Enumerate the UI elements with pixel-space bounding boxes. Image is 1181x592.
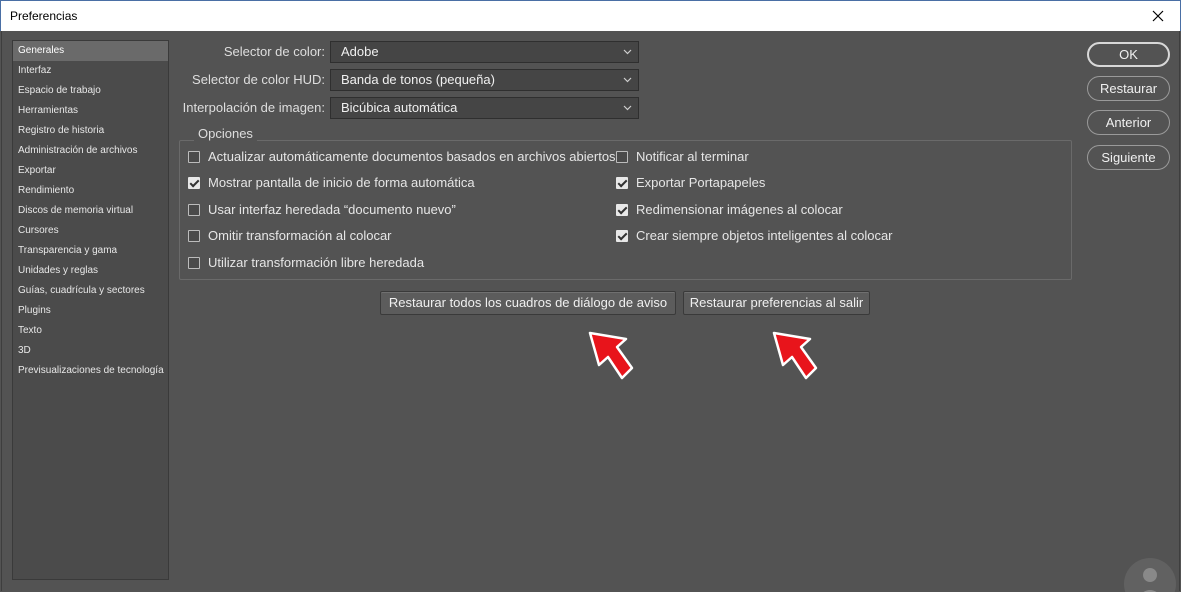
checkbox-label: Usar interfaz heredada “documento nuevo”: [208, 202, 456, 217]
checkbox-box[interactable]: [188, 150, 200, 163]
chevron-down-icon: [623, 77, 632, 83]
title-bar: Preferencias: [0, 0, 1181, 31]
checkbox-legacy-free-transform[interactable]: Utilizar transformación libre heredada: [188, 255, 424, 270]
checkbox-box-checked[interactable]: [188, 176, 200, 189]
interpolation-select[interactable]: Bicúbica automática: [330, 97, 639, 119]
sidebar-item-unidades-y-reglas[interactable]: Unidades y reglas: [13, 261, 168, 281]
sidebar-item-registro-de-historia[interactable]: Registro de historia: [13, 121, 168, 141]
previous-button[interactable]: Anterior: [1087, 110, 1170, 135]
checkbox-label: Mostrar pantalla de inicio de forma auto…: [208, 175, 475, 190]
sidebar-item-previsualizaciones-de-tecnologia[interactable]: Previsualizaciones de tecnología: [13, 361, 168, 381]
watermark-logo-icon: [1124, 558, 1176, 592]
sidebar-item-exportar[interactable]: Exportar: [13, 161, 168, 181]
reset-warning-dialogs-button[interactable]: Restaurar todos los cuadros de diálogo d…: [380, 291, 676, 315]
chevron-down-icon: [623, 49, 632, 55]
red-arrow-icon: [772, 331, 818, 380]
checkbox-box[interactable]: [188, 229, 200, 242]
checkbox-label: Utilizar transformación libre heredada: [208, 255, 425, 270]
sidebar-item-3d[interactable]: 3D: [13, 341, 168, 361]
checkbox-notify-finish[interactable]: Notificar al terminar: [616, 149, 749, 164]
restore-button[interactable]: Restaurar: [1087, 76, 1170, 101]
checkbox-label: Actualizar automáticamente documentos ba…: [208, 149, 616, 164]
checkbox-legacy-new-document[interactable]: Usar interfaz heredada “documento nuevo”: [188, 202, 456, 217]
options-legend: Opciones: [194, 126, 257, 141]
sidebar-item-administracion-de-archivos[interactable]: Administración de archivos: [13, 141, 168, 161]
sidebar-item-transparencia-y-gama[interactable]: Transparencia y gama: [13, 241, 168, 261]
reset-preferences-on-quit-button[interactable]: Restaurar preferencias al salir: [683, 291, 870, 315]
chevron-down-icon: [623, 105, 632, 111]
color-picker-select[interactable]: Adobe: [330, 41, 639, 63]
checkbox-auto-update-docs[interactable]: Actualizar automáticamente documentos ba…: [188, 149, 616, 164]
category-list: Generales Interfaz Espacio de trabajo He…: [12, 40, 169, 580]
sidebar-item-plugins[interactable]: Plugins: [13, 301, 168, 321]
checkbox-box-checked[interactable]: [616, 229, 628, 242]
hud-color-picker-value: Banda de tonos (pequeña): [341, 72, 495, 87]
checkbox-label: Omitir transformación al colocar: [208, 228, 392, 243]
red-arrow-icon: [588, 331, 634, 380]
hud-color-picker-select[interactable]: Banda de tonos (pequeña): [330, 69, 639, 91]
color-picker-value: Adobe: [341, 44, 379, 59]
checkbox-export-clipboard[interactable]: Exportar Portapapeles: [616, 175, 765, 190]
window-title: Preferencias: [10, 9, 78, 23]
sidebar-item-discos-de-memoria-virtual[interactable]: Discos de memoria virtual: [13, 201, 168, 221]
sidebar-item-cursores[interactable]: Cursores: [13, 221, 168, 241]
checkbox-box[interactable]: [188, 203, 200, 216]
interpolation-label: Interpolación de imagen:: [182, 100, 325, 115]
checkbox-skip-transform-place[interactable]: Omitir transformación al colocar: [188, 228, 392, 243]
checkbox-box[interactable]: [188, 256, 200, 269]
close-button[interactable]: [1136, 1, 1180, 31]
next-button[interactable]: Siguiente: [1087, 145, 1170, 170]
checkbox-always-smart-objects[interactable]: Crear siempre objetos inteligentes al co…: [616, 228, 893, 243]
checkbox-label: Redimensionar imágenes al colocar: [636, 202, 843, 217]
checkbox-resize-images-place[interactable]: Redimensionar imágenes al colocar: [616, 202, 843, 217]
sidebar-item-guias-cuadricula-y-sectores[interactable]: Guías, cuadrícula y sectores: [13, 281, 168, 301]
ok-button[interactable]: OK: [1087, 42, 1170, 67]
interpolation-value: Bicúbica automática: [341, 100, 458, 115]
preferences-dialog: Generales Interfaz Espacio de trabajo He…: [1, 31, 1180, 592]
sidebar-item-rendimiento[interactable]: Rendimiento: [13, 181, 168, 201]
checkbox-label: Notificar al terminar: [636, 149, 749, 164]
hud-color-picker-label: Selector de color HUD:: [192, 72, 325, 87]
checkbox-label: Crear siempre objetos inteligentes al co…: [636, 228, 893, 243]
close-icon: [1152, 10, 1164, 22]
checkbox-box[interactable]: [616, 150, 628, 163]
checkbox-box-checked[interactable]: [616, 176, 628, 189]
color-picker-label: Selector de color:: [223, 44, 325, 59]
checkbox-show-start-screen[interactable]: Mostrar pantalla de inicio de forma auto…: [188, 175, 475, 190]
checkbox-box-checked[interactable]: [616, 203, 628, 216]
checkbox-label: Exportar Portapapeles: [636, 175, 766, 190]
sidebar-item-texto[interactable]: Texto: [13, 321, 168, 341]
